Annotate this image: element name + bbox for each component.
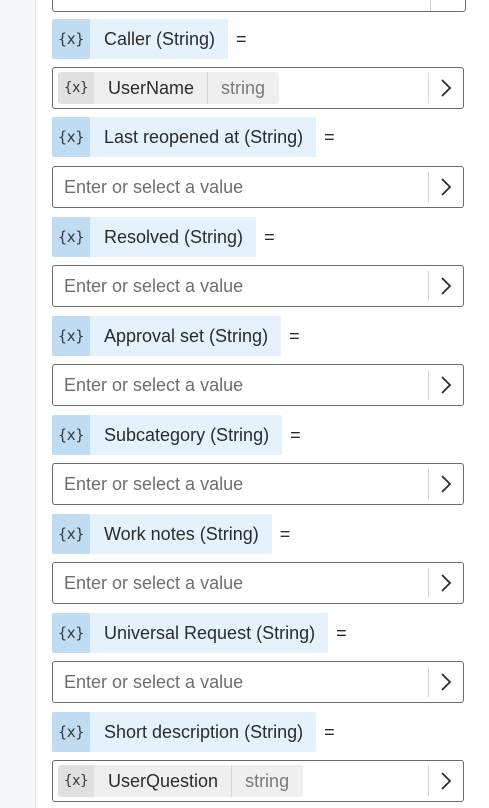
value-placeholder: Enter or select a value bbox=[64, 374, 244, 395]
param-name: Last reopened at (String) bbox=[104, 126, 304, 147]
token-name: UserQuestion bbox=[94, 765, 233, 797]
chevron-right-icon bbox=[441, 277, 452, 295]
variable-icon: {x} bbox=[52, 316, 90, 356]
variable-icon: {x} bbox=[52, 19, 90, 59]
equals-sign: = bbox=[236, 28, 247, 49]
variable-icon: {x} bbox=[52, 117, 90, 157]
chevron-right-icon bbox=[441, 79, 452, 97]
value-input-universal-request[interactable]: Enter or select a value bbox=[52, 661, 464, 703]
param-chip: {x} Subcategory (String) bbox=[52, 415, 283, 455]
param-name: Caller (String) bbox=[104, 28, 216, 49]
param-label-resolved: {x} Resolved (String) = bbox=[52, 217, 275, 257]
variable-icon: {x} bbox=[52, 415, 90, 455]
param-label-work-notes: {x} Work notes (String) = bbox=[52, 514, 290, 554]
variable-token[interactable]: {x} UserQuestion string bbox=[58, 765, 304, 797]
equals-sign: = bbox=[324, 721, 335, 742]
variable-icon: {x} bbox=[58, 765, 94, 797]
equals-sign: = bbox=[289, 325, 300, 346]
param-name: Short description (String) bbox=[104, 721, 304, 742]
equals-sign: = bbox=[264, 226, 275, 247]
param-label-caller: {x} Caller (String) = bbox=[52, 19, 247, 59]
value-input-last-reopened-at[interactable]: Enter or select a value bbox=[52, 166, 464, 208]
value-input-subcategory[interactable]: Enter or select a value bbox=[52, 463, 464, 505]
variable-token[interactable]: {x} UserName string bbox=[58, 72, 280, 104]
equals-sign: = bbox=[290, 424, 301, 445]
param-chip: {x} Work notes (String) bbox=[52, 514, 272, 554]
param-label-subcategory: {x} Subcategory (String) = bbox=[52, 415, 301, 455]
param-name: Resolved (String) bbox=[104, 226, 244, 247]
value-placeholder: Enter or select a value bbox=[64, 275, 244, 296]
param-label-universal-request: {x} Universal Request (String) = bbox=[52, 613, 347, 653]
token-type: string bbox=[221, 77, 266, 98]
param-label-approval-set: {x} Approval set (String) = bbox=[52, 316, 300, 356]
variable-icon: {x} bbox=[58, 72, 94, 104]
chevron-right-icon bbox=[441, 376, 452, 394]
param-name: Subcategory (String) bbox=[104, 424, 270, 445]
expand-button[interactable] bbox=[429, 68, 463, 108]
chevron-right-icon bbox=[441, 475, 452, 493]
param-chip: {x} Universal Request (String) bbox=[52, 613, 329, 653]
value-input-work-notes[interactable]: Enter or select a value bbox=[52, 562, 464, 604]
param-chip: {x} Approval set (String) bbox=[52, 316, 282, 356]
variable-icon: {x} bbox=[52, 514, 90, 554]
param-chip: {x} Last reopened at (String) bbox=[52, 117, 317, 157]
expand-button[interactable] bbox=[429, 266, 463, 306]
equals-sign: = bbox=[279, 523, 291, 544]
expand-button[interactable] bbox=[429, 761, 463, 801]
variable-icon: {x} bbox=[52, 712, 90, 752]
variable-icon: {x} bbox=[52, 613, 90, 653]
equals-sign: = bbox=[324, 126, 335, 147]
equals-sign: = bbox=[336, 622, 347, 643]
param-name: Universal Request (String) bbox=[104, 622, 316, 643]
param-name: Work notes (String) bbox=[104, 523, 259, 544]
param-chip: {x} Resolved (String) bbox=[52, 217, 257, 257]
value-placeholder: Enter or select a value bbox=[64, 176, 244, 197]
chevron-right-icon bbox=[441, 178, 452, 196]
chevron-right-icon bbox=[441, 772, 452, 790]
token-name: UserName bbox=[94, 72, 209, 104]
input-divider bbox=[430, 0, 431, 11]
chevron-right-icon bbox=[441, 673, 452, 691]
variable-icon: {x} bbox=[52, 217, 90, 257]
param-chip: {x} Short description (String) bbox=[52, 712, 317, 752]
previous-value-input[interactable] bbox=[52, 0, 466, 12]
value-placeholder: Enter or select a value bbox=[64, 572, 244, 593]
value-input-approval-set[interactable]: Enter or select a value bbox=[52, 364, 464, 406]
chevron-right-icon bbox=[441, 574, 452, 592]
value-placeholder: Enter or select a value bbox=[64, 473, 244, 494]
expand-button[interactable] bbox=[429, 662, 463, 702]
param-chip: {x} Caller (String) bbox=[52, 19, 229, 59]
expand-button[interactable] bbox=[429, 167, 463, 207]
value-input-caller[interactable]: {x} UserName string bbox=[52, 67, 464, 109]
param-name: Approval set (String) bbox=[104, 325, 269, 346]
value-input-resolved[interactable]: Enter or select a value bbox=[52, 265, 464, 307]
expand-button[interactable] bbox=[429, 365, 463, 405]
expand-button[interactable] bbox=[429, 563, 463, 603]
token-type: string bbox=[245, 770, 290, 791]
value-placeholder: Enter or select a value bbox=[64, 671, 244, 692]
param-label-last-reopened-at: {x} Last reopened at (String) = bbox=[52, 117, 335, 157]
param-label-short-description: {x} Short description (String) = bbox=[52, 712, 335, 752]
expand-button[interactable] bbox=[429, 464, 463, 504]
value-input-short-description[interactable]: {x} UserQuestion string bbox=[52, 760, 464, 802]
